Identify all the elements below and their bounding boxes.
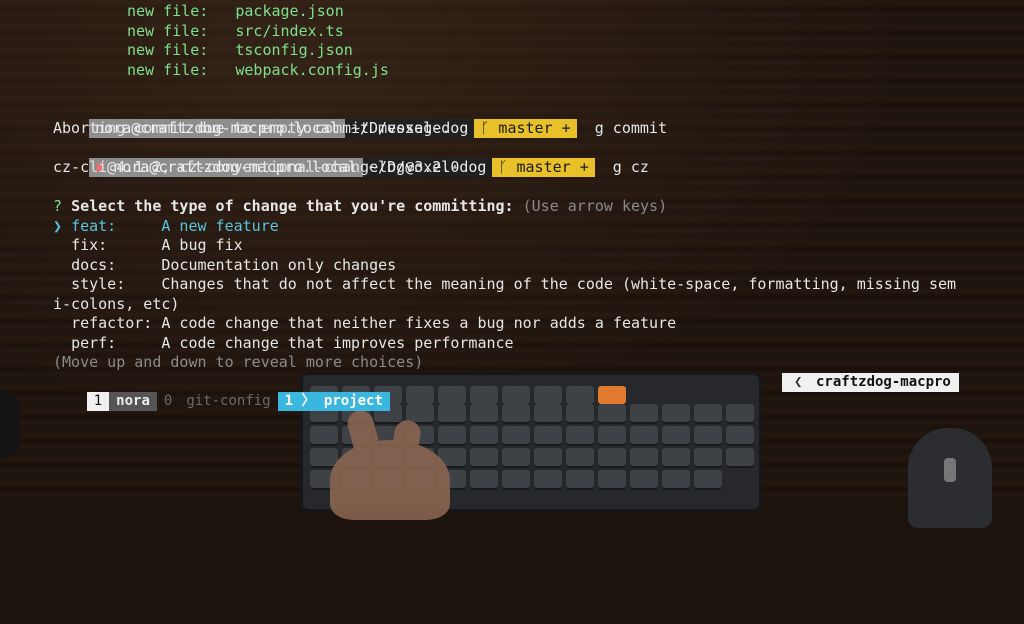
- choice-item[interactable]: style: Changes that do not affect the me…: [53, 275, 956, 295]
- choice-item[interactable]: ❯ feat: A new feature: [53, 217, 279, 237]
- prompt-line: nora@craftzdog-macpro.local ~/D/voxel-dog…: [53, 99, 667, 138]
- prompt-git-segment: ᚴ master +: [492, 158, 595, 177]
- window-index: 0: [163, 393, 173, 409]
- choice-item[interactable]: docs: Documentation only changes: [53, 256, 396, 276]
- choice-item[interactable]: fix: A bug fix: [53, 236, 243, 256]
- new-file-line: new file: package.json: [127, 2, 344, 20]
- tmux-status-bar: 1 nora 0 git-config 1 〉 project: [53, 373, 390, 411]
- prompt-command: g commit: [594, 118, 667, 137]
- session-name: nora: [109, 392, 157, 411]
- terminal[interactable]: new file: package.json new file: src/ind…: [0, 0, 1024, 500]
- prompt-git-segment: ᚴ master +: [474, 118, 577, 138]
- choice-item[interactable]: perf: A code change that improves perfor…: [53, 334, 514, 354]
- new-file-line: new file: tsconfig.json: [127, 41, 353, 59]
- host-segment: craftzdog-macpro: [782, 373, 959, 392]
- branch-icon: ᚴ: [498, 158, 508, 176]
- chevron-left-icon: ❮: [794, 374, 803, 390]
- prompt-command: g cz: [612, 158, 649, 176]
- pointer-icon: ❯: [53, 216, 63, 235]
- window-tab-git-config[interactable]: git-config: [179, 392, 277, 411]
- branch-icon: ᚴ: [480, 118, 490, 137]
- more-choices-hint: (Move up and down to reveal more choices…: [53, 353, 424, 371]
- prompt-question: ? Select the type of change that you're …: [53, 197, 668, 215]
- session-number: 1: [86, 392, 110, 411]
- new-file-line: new file: src/index.ts: [127, 21, 344, 40]
- choice-item-continuation: i-colons, etc): [53, 294, 180, 313]
- window-tab-project[interactable]: 1 〉 project: [277, 392, 390, 411]
- new-file-line: new file: webpack.config.js: [127, 60, 389, 79]
- choice-item[interactable]: refactor: A code change that neither fix…: [53, 314, 676, 334]
- prompt-line: ✘ nora@craftzdog-macpro.local ~/D/voxel-d…: [53, 139, 649, 177]
- cz-version: cz-cli@4.1.2, cz-conventional-changelog@…: [53, 158, 460, 176]
- abort-message: Aborting commit due to empty commit mess…: [53, 119, 451, 137]
